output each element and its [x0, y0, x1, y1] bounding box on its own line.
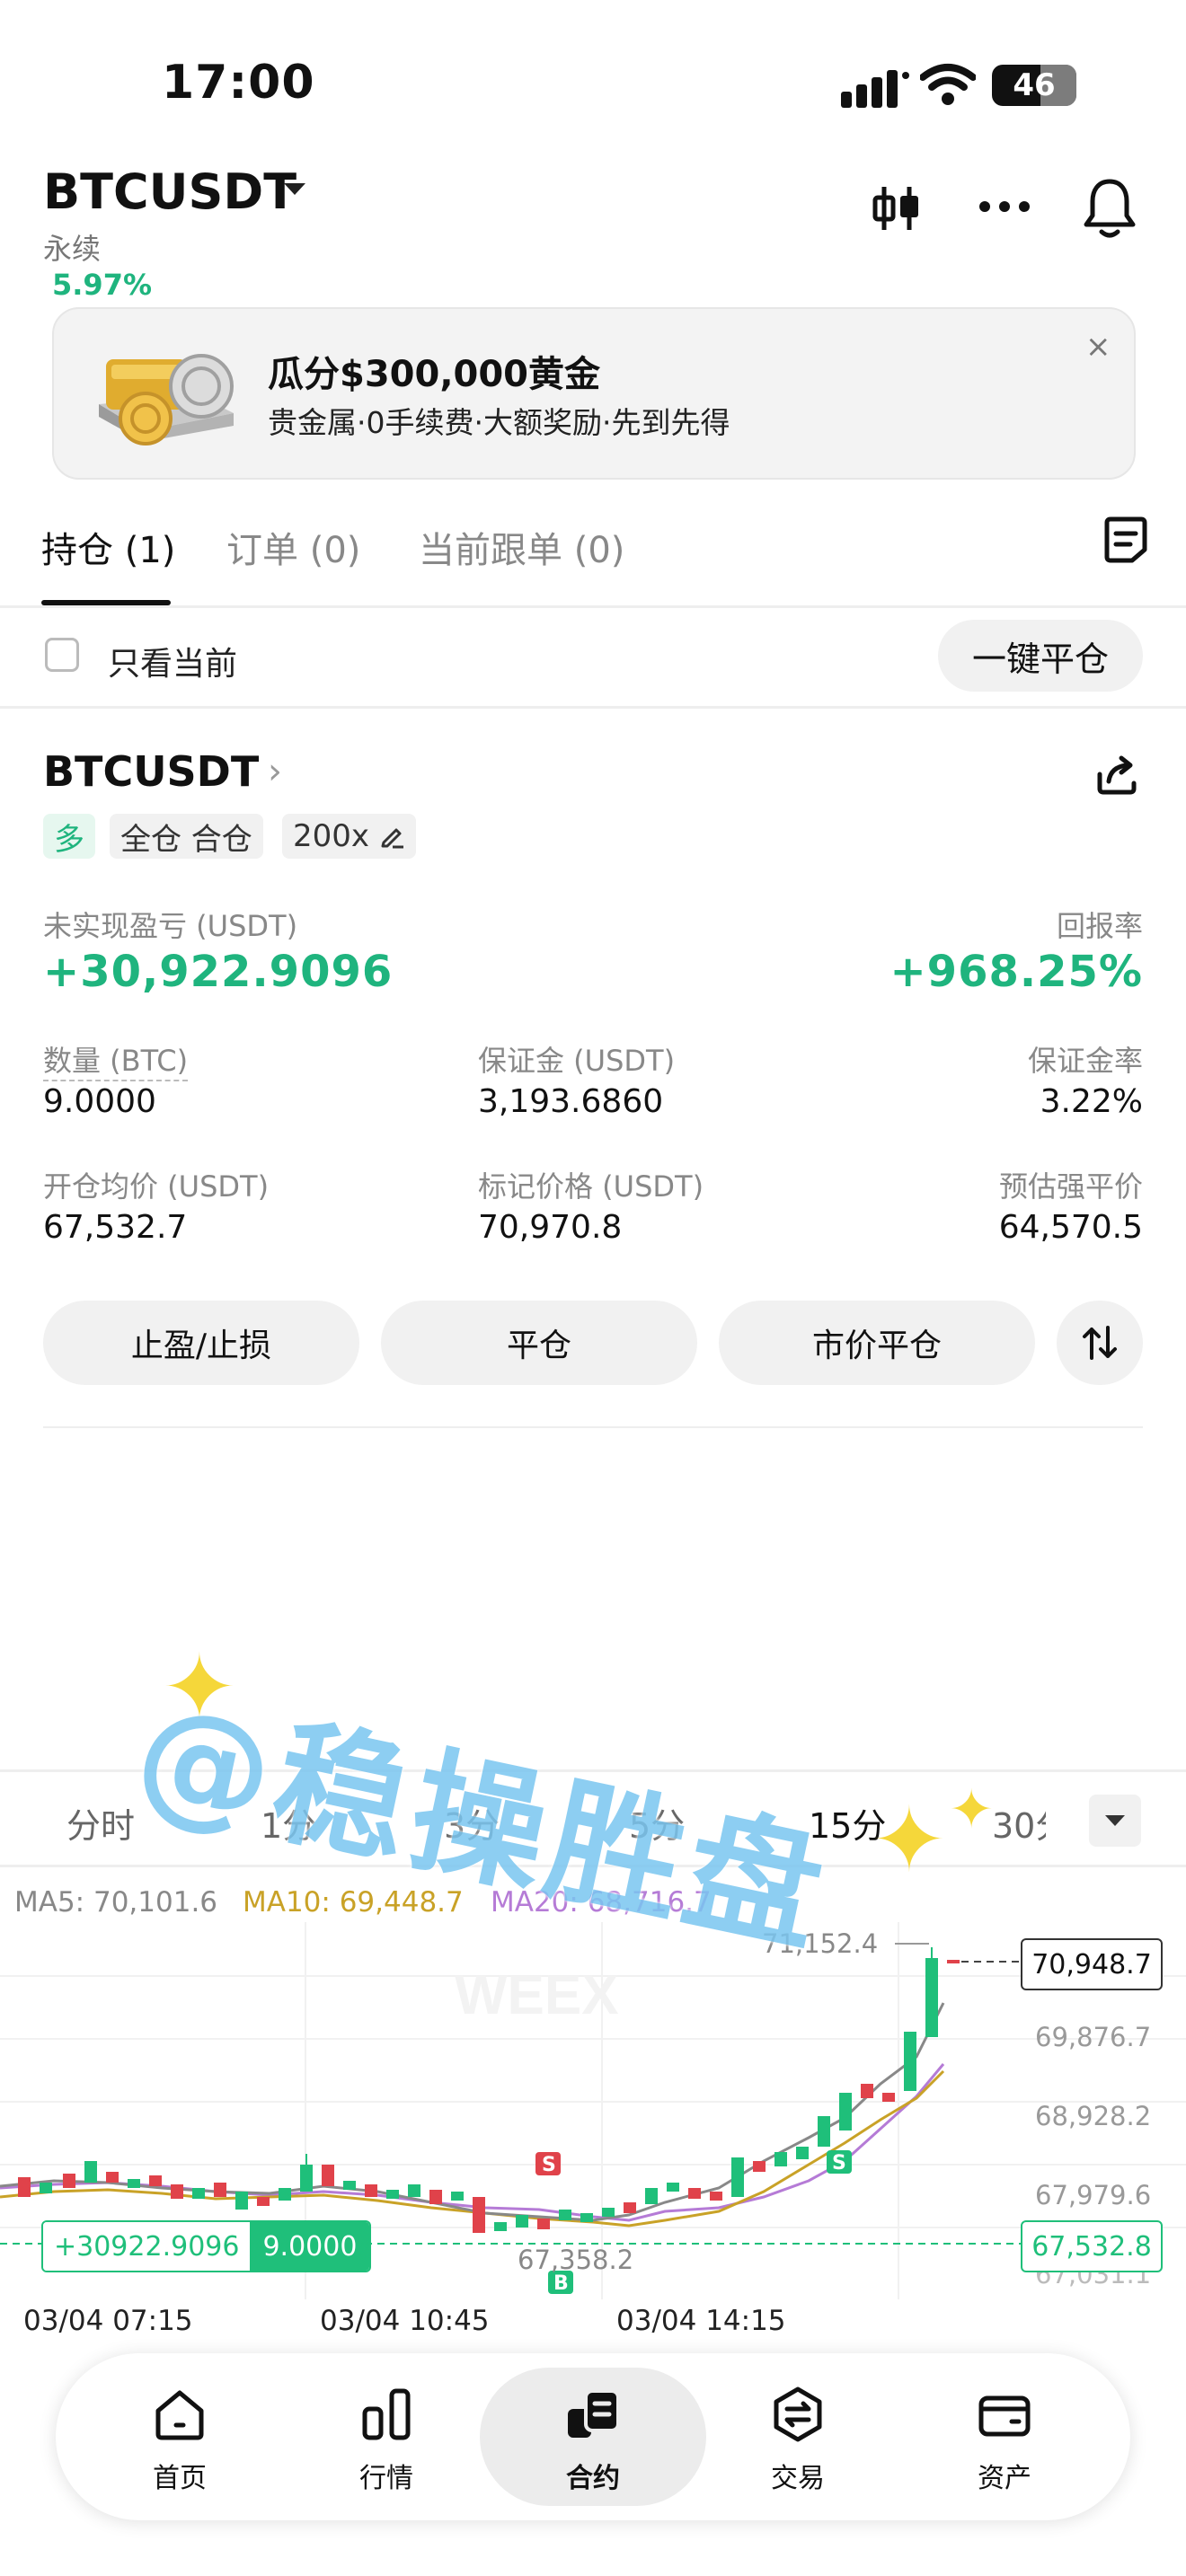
svg-text:B: B — [553, 2272, 569, 2295]
contract-type: 永续 — [43, 232, 102, 266]
nav-assets[interactable]: 资产 — [942, 2386, 1067, 2495]
status-time: 17:00 — [162, 56, 315, 110]
nav-home[interactable]: 首页 — [117, 2386, 243, 2495]
interval-dropdown-button[interactable] — [1089, 1795, 1141, 1847]
nav-assets-label: 资产 — [978, 2463, 1031, 2494]
roe-label: 回报率 — [1056, 909, 1143, 943]
quantity-value: 9.0000 — [43, 1083, 156, 1120]
close-all-button[interactable]: 一键平仓 — [938, 620, 1143, 692]
nav-home-label: 首页 — [153, 2463, 207, 2494]
chart-position-tag[interactable]: +30922.9096 9.0000 — [41, 2220, 372, 2272]
battery-icon: 46 — [992, 65, 1076, 106]
ma5-text: MA5: 70,101.6 — [14, 1886, 218, 1919]
position-symbol[interactable]: BTCUSDT — [43, 747, 259, 796]
chart-position-pnl: +30922.9096 — [43, 2222, 251, 2271]
margin-mode-badge: 全仓 合仓 — [110, 814, 263, 859]
bar-chart-icon — [362, 2388, 411, 2440]
wallet-icon — [978, 2395, 1031, 2437]
mark-price-value: 70,970.8 — [478, 1209, 623, 1246]
sparkle-icon-small: ✦ — [949, 1778, 995, 1841]
nav-markets-label: 行情 — [359, 2463, 413, 2494]
banner-close-icon[interactable]: × — [1085, 329, 1111, 365]
symbol-dropdown-icon[interactable] — [284, 183, 305, 195]
roe-value: +968.25% — [890, 947, 1143, 997]
liq-price-label: 预估强平价 — [998, 1169, 1143, 1204]
pnl-label: 未实现盈亏 (USDT) — [43, 909, 298, 943]
banner-description: 贵金属·0手续费·大额奖励·先到先得 — [268, 405, 730, 440]
wifi-icon — [920, 64, 976, 105]
triangle-down-icon — [1105, 1815, 1125, 1826]
chevron-right-icon[interactable]: › — [268, 751, 282, 792]
tab-positions[interactable]: 持仓 (1) — [41, 521, 175, 573]
leverage-value: 200x — [293, 818, 370, 854]
trade-icon — [774, 2386, 822, 2442]
sparkle-icon-right: ✦ — [872, 1787, 947, 1892]
ma5-legend: MA5: 70,101.6 — [14, 1886, 217, 1919]
svg-text:S: S — [542, 2154, 556, 2176]
margin-ratio-label: 保证金率 — [1027, 1044, 1143, 1078]
entry-price-label: 开仓均价 (USDT) — [43, 1169, 270, 1204]
nav-trade[interactable]: 交易 — [735, 2386, 861, 2495]
x-tick-1: 03/04 07:15 — [23, 2305, 193, 2337]
quantity-label: 数量 (BTC) — [43, 1038, 189, 1081]
banner-title: 瓜分$300,000黄金 — [268, 354, 601, 395]
leverage-badge[interactable]: 200x — [282, 814, 417, 859]
reverse-position-button[interactable] — [1057, 1301, 1143, 1385]
x-tick-3: 03/04 14:15 — [616, 2305, 786, 2337]
entry-price-value: 67,532.7 — [43, 1209, 188, 1246]
unrealized-pnl: +30,922.9096 — [43, 947, 394, 997]
y-tick-3: 67,979.6 — [1035, 2180, 1151, 2210]
card-divider — [43, 1426, 1143, 1428]
nav-futures-label: 合约 — [566, 2463, 620, 2494]
symbol-title[interactable]: BTCUSDT — [43, 163, 296, 220]
y-tick-1: 69,876.7 — [1035, 2022, 1151, 2052]
side-badge: 多 — [43, 814, 95, 859]
tab-orders[interactable]: 订单 (0) — [226, 521, 360, 573]
close-position-button[interactable]: 平仓 — [381, 1301, 697, 1385]
edit-icon — [381, 828, 404, 849]
nav-trade-label: 交易 — [771, 2463, 825, 2494]
promo-banner[interactable]: 瓜分$300,000黄金 贵金属·0手续费·大额奖励·先到先得 × — [52, 307, 1136, 480]
liq-price-value: 64,570.5 — [998, 1209, 1143, 1246]
chart-position-qty: 9.0000 — [250, 2222, 370, 2271]
filter-divider — [0, 706, 1186, 709]
tab-copy-trading[interactable]: 当前跟单 (0) — [419, 521, 624, 573]
price-change: 5.97% — [52, 268, 153, 302]
only-current-label: 只看当前 — [108, 646, 238, 683]
y-tick-2: 68,928.2 — [1035, 2101, 1151, 2131]
symbol-subtitle: 永续5.97% — [43, 226, 152, 302]
svg-text:S: S — [832, 2152, 846, 2175]
nav-futures[interactable]: 合约 — [530, 2386, 656, 2495]
candlestick-chart-icon[interactable] — [872, 183, 922, 234]
market-close-button[interactable]: 市价平仓 — [719, 1301, 1035, 1385]
margin-label: 保证金 (USDT) — [478, 1044, 676, 1078]
cellular-signal-icon — [841, 70, 909, 108]
tabs-divider — [0, 605, 1186, 608]
low-price-label: 67,358.2 — [518, 2245, 633, 2275]
bell-icon[interactable] — [1082, 176, 1137, 241]
nav-markets[interactable]: 行情 — [323, 2386, 449, 2495]
share-icon[interactable] — [1094, 751, 1139, 796]
home-icon — [155, 2390, 204, 2440]
tp-sl-button[interactable]: 止盈/止损 — [43, 1301, 359, 1385]
gold-bars-icon — [99, 354, 234, 446]
x-tick-2: 03/04 10:45 — [320, 2305, 490, 2337]
margin-ratio-value: 3.22% — [1040, 1083, 1143, 1120]
futures-icon — [568, 2389, 620, 2438]
mark-price-label: 标记价格 (USDT) — [478, 1169, 704, 1204]
last-price-tag: 70,948.7 — [1021, 1938, 1163, 1990]
battery-level: 46 — [1013, 67, 1056, 103]
more-options-icon[interactable] — [978, 199, 1031, 214]
margin-value: 3,193.6860 — [478, 1083, 664, 1120]
chart-brand-watermark: WEEX — [455, 1964, 619, 2026]
order-history-icon[interactable] — [1103, 516, 1148, 564]
interval-30m[interactable]: 30分 — [992, 1798, 1046, 1848]
entry-price-tag: 67,532.8 — [1021, 2220, 1163, 2272]
only-current-checkbox[interactable] — [45, 638, 79, 672]
swap-arrows-icon — [1083, 1326, 1117, 1360]
